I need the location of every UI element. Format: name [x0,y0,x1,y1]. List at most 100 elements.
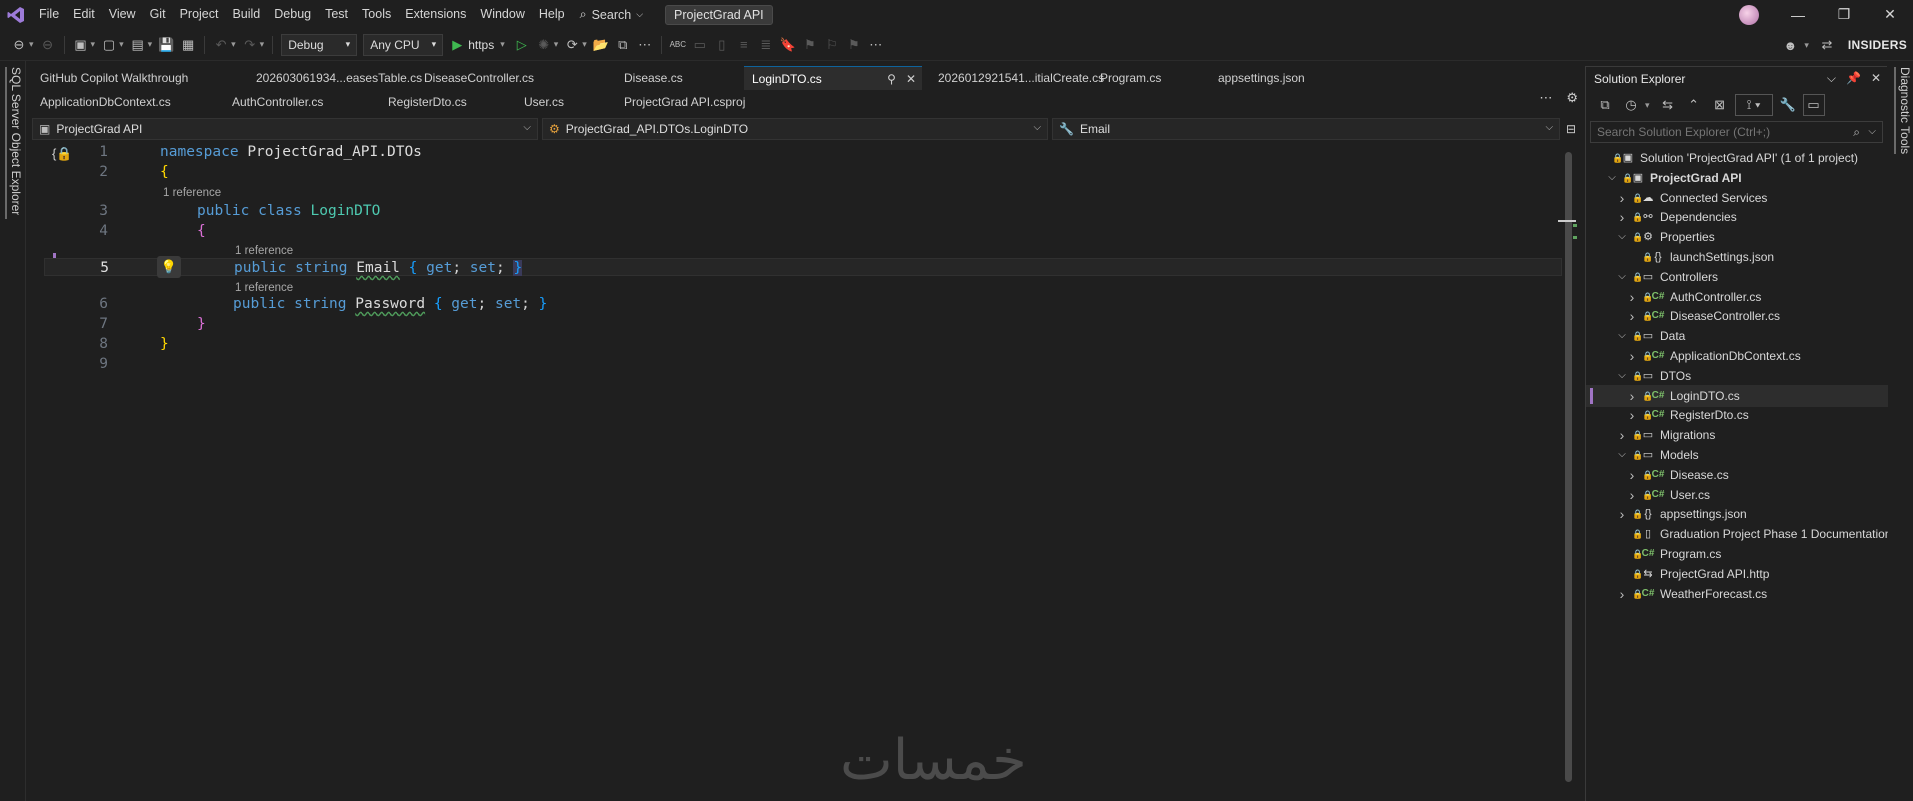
project-name-badge[interactable]: ProjectGrad API [665,4,773,25]
codelens-reference[interactable]: 1 reference [163,187,221,199]
tab-user-cs[interactable]: User.cs [516,90,606,114]
tree-item[interactable]: 🔒 ▣ Solution 'ProjectGrad API' (1 of 1 pro… [1586,147,1888,169]
tab-appsettings-json[interactable]: appsettings.json [1210,66,1340,90]
tree-item[interactable]: › 🔒 C# DiseaseController.cs [1586,305,1888,327]
code-line[interactable]: 2 { [44,163,1562,181]
solution-explorer-search[interactable]: ⌕ ⌵ [1590,121,1883,143]
tree-item[interactable]: › 🔒 ☁ Connected Services [1586,187,1888,209]
sql-server-object-explorer-tab[interactable]: SQL Server Object Explorer [5,67,23,220]
chevron-down-icon[interactable]: ⌵ [1827,71,1836,86]
tab-github-copilot-walkthrough[interactable]: GitHub Copilot Walkthrough [32,66,238,90]
menu-edit[interactable]: Edit [66,0,102,29]
avatar[interactable] [1739,4,1759,25]
save-icon[interactable]: 💾 [155,34,177,56]
tab-registerdto-cs[interactable]: RegisterDto.cs [380,90,510,114]
chevron-down-icon[interactable]: ▾ [260,39,265,50]
indent-icon[interactable]: ≣ [755,34,777,56]
lightbulb-icon[interactable]: 💡 [157,256,181,278]
chevron-right-icon[interactable]: › [1626,305,1638,327]
chevron-right-icon[interactable]: › [1616,583,1628,605]
menu-view[interactable]: View [102,0,143,29]
menu-build[interactable]: Build [225,0,267,29]
restore-icon[interactable]: ❐ [1821,0,1867,29]
search-input[interactable] [1597,125,1827,139]
chevron-down-icon[interactable]: ▾ [582,39,587,50]
menu-tools[interactable]: Tools [355,0,398,29]
undo-icon[interactable]: ↶ [210,34,232,56]
comment-icon[interactable]: ▭ [689,34,711,56]
menu-window[interactable]: Window [473,0,531,29]
search-icon[interactable]: ⌕ [1853,125,1860,140]
close-icon[interactable]: ✕ [1867,0,1913,29]
more-icon[interactable]: ⋯ [634,34,656,56]
tree-item[interactable]: › 🔒 C# User.cs [1586,484,1888,506]
tree-item[interactable]: › 🔒{} appsettings.json [1586,503,1888,525]
code-line[interactable]: 7 } [44,315,1562,333]
bookmark-icon[interactable]: 🔖 [777,34,799,56]
spell-check-icon[interactable]: ABC [667,34,689,56]
member-dropdown[interactable]: 🔧 Email ⌵ [1052,118,1561,140]
menu-debug[interactable]: Debug [267,0,318,29]
tree-item[interactable]: ⌵ 🔒 ⚙ Properties [1586,226,1888,248]
redo-icon[interactable]: ↷ [239,34,261,56]
start-without-debugging-icon[interactable]: ▷ [511,34,533,56]
properties-icon[interactable]: 🔧 [1777,94,1799,116]
chevron-right-icon[interactable]: › [1626,464,1638,486]
pin-icon[interactable]: ⚲ [887,72,896,86]
tree-item[interactable]: 🔒 C# Program.cs [1586,543,1888,565]
tree-item[interactable]: 🔒 ▯ Graduation Project Phase 1 Documentati… [1586,523,1891,545]
chevron-down-icon[interactable]: ⌵ [1868,126,1876,137]
pending-changes-filter-icon[interactable]: ◷ [1620,94,1642,116]
tree-item[interactable]: ⌵ 🔒 ▣ ProjectGrad API [1586,167,1888,189]
tree-item[interactable]: ⌵ 🔒 ▭ Data [1586,325,1888,347]
tree-item[interactable]: › 🔒 C# LoginDTO.cs [1586,384,1888,407]
chevron-down-icon[interactable]: ▾ [91,39,96,50]
tab-authcontroller-cs[interactable]: AuthController.cs [224,90,374,114]
solution-configuration-dropdown[interactable]: Debug ▾ [281,33,358,56]
chevron-down-icon[interactable]: ▾ [1804,40,1809,51]
tree-item[interactable]: › 🔒 C# ApplicationDbContext.cs [1586,345,1888,367]
open-folder-icon[interactable]: 📂 [590,34,612,56]
chevron-down-icon[interactable]: ⌵ [1616,226,1628,248]
tab-applicationdbcontext-cs[interactable]: ApplicationDbContext.cs [32,90,212,114]
codelens-reference[interactable]: 1 reference [235,245,293,257]
chevron-down-icon[interactable]: ▾ [29,39,34,50]
clear-bookmarks-icon[interactable]: ⚑ [843,34,865,56]
tab-projectgrad-api-csproj[interactable]: ProjectGrad API.csproj [616,90,746,114]
switch-views-icon[interactable]: ⧉ [1594,94,1616,116]
code-line[interactable]: 1 namespace ProjectGrad_API.DTOs [44,143,1562,161]
chevron-down-icon[interactable]: ▾ [231,39,236,50]
chevron-down-icon[interactable]: ▾ [554,39,559,50]
project-dropdown[interactable]: ▣ ProjectGrad API ⌵ [32,118,539,140]
save-all-icon[interactable]: ▦ [177,34,199,56]
code-line[interactable]: 6 public string Password { get; set; } [44,295,1562,313]
collapse-all-icon[interactable]: ⌃ [1683,94,1705,116]
navigate-back-icon[interactable]: ⊖ [8,34,30,56]
close-icon[interactable]: ✕ [906,72,916,86]
tree-item[interactable]: ⌵ 🔒 ▭ DTOs [1586,365,1888,387]
tree-item[interactable]: › 🔒 ⚯ Dependencies [1586,206,1888,228]
tab-program-cs[interactable]: Program.cs [1092,66,1202,90]
chevron-down-icon[interactable]: ⌵ [1616,444,1628,466]
filter-icon[interactable]: ⟟ ▾ [1734,94,1773,116]
chevron-right-icon[interactable]: › [1626,385,1638,407]
chevron-down-icon[interactable]: ▾ [148,39,153,50]
menu-extensions[interactable]: Extensions [398,0,473,29]
scrollbar-thumb[interactable] [1565,152,1572,782]
chevron-down-icon[interactable]: ⌵ [1606,167,1618,189]
start-debugging-button[interactable]: ▶ https ▾ [446,37,511,53]
menu-test[interactable]: Test [318,0,355,29]
next-bookmark-icon[interactable]: ⚐ [821,34,843,56]
outdent-icon[interactable]: ≡ [733,34,755,56]
split-editor-icon[interactable]: ⊟ [1564,118,1578,140]
code-line[interactable]: 9 [44,355,1562,373]
hot-reload-icon[interactable]: ⟳ [561,34,583,56]
new-item-icon[interactable]: ▢ [98,34,120,56]
pin-icon[interactable]: 📌 [1846,71,1861,86]
code-line[interactable]: 8 } [44,335,1562,353]
open-file-icon[interactable]: ▤ [127,34,149,56]
minimize-icon[interactable]: — [1775,0,1821,29]
tree-item[interactable]: 🔒{} launchSettings.json [1586,246,1888,268]
code-editor[interactable]: {🔒 1 namespace ProjectGrad_API.DTOs 2 { … [44,142,1562,782]
copilot-icon[interactable]: ☻ [1779,34,1801,56]
